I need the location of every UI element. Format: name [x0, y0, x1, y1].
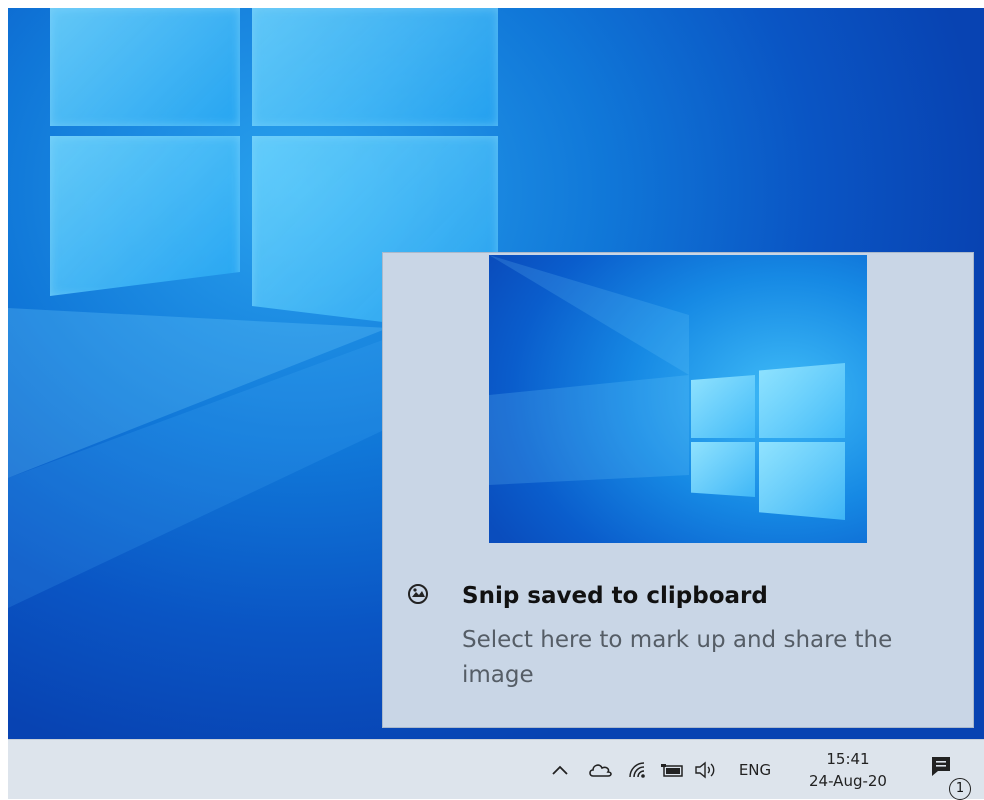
thumbnail-logo-pane: [759, 442, 845, 520]
clock-button[interactable]: 15:41 24-Aug-20: [796, 740, 900, 799]
battery-button[interactable]: [656, 740, 688, 799]
chevron-up-icon: [552, 765, 568, 775]
thumbnail-logo-pane: [759, 363, 845, 438]
wifi-icon: [629, 761, 645, 778]
onedrive-cloud-icon: [589, 763, 612, 777]
onedrive-button[interactable]: [584, 740, 616, 799]
input-language-button[interactable]: ENG: [732, 740, 778, 799]
snip-notification-toast[interactable]: Snip saved to clipboard Select here to m…: [382, 252, 974, 728]
action-center-icon-wrap: 1: [923, 750, 971, 800]
show-hidden-icons-button[interactable]: [546, 740, 574, 799]
taskbar: ENG 15:41 24-Aug-20 1: [8, 739, 984, 800]
volume-button[interactable]: [690, 740, 722, 799]
thumbnail-logo-pane: [691, 442, 755, 497]
snip-sketch-icon: [408, 584, 428, 604]
network-button[interactable]: [622, 740, 654, 799]
notification-count-badge: 1: [949, 777, 971, 800]
desktop-wallpaper: Snip saved to clipboard Select here to m…: [8, 8, 984, 739]
thumbnail-logo-pane: [691, 375, 755, 438]
notification-title: Snip saved to clipboard: [462, 583, 768, 609]
notification-icon: [932, 756, 950, 776]
clock-date: 24-Aug-20: [809, 771, 887, 790]
action-center-button[interactable]: 1: [918, 740, 971, 800]
notification-body: Select here to mark up and share the ima…: [462, 627, 893, 688]
clock-time: 15:41: [826, 749, 870, 768]
battery-icon: [661, 763, 683, 777]
snip-thumbnail[interactable]: [489, 255, 867, 543]
volume-icon: [695, 761, 715, 778]
